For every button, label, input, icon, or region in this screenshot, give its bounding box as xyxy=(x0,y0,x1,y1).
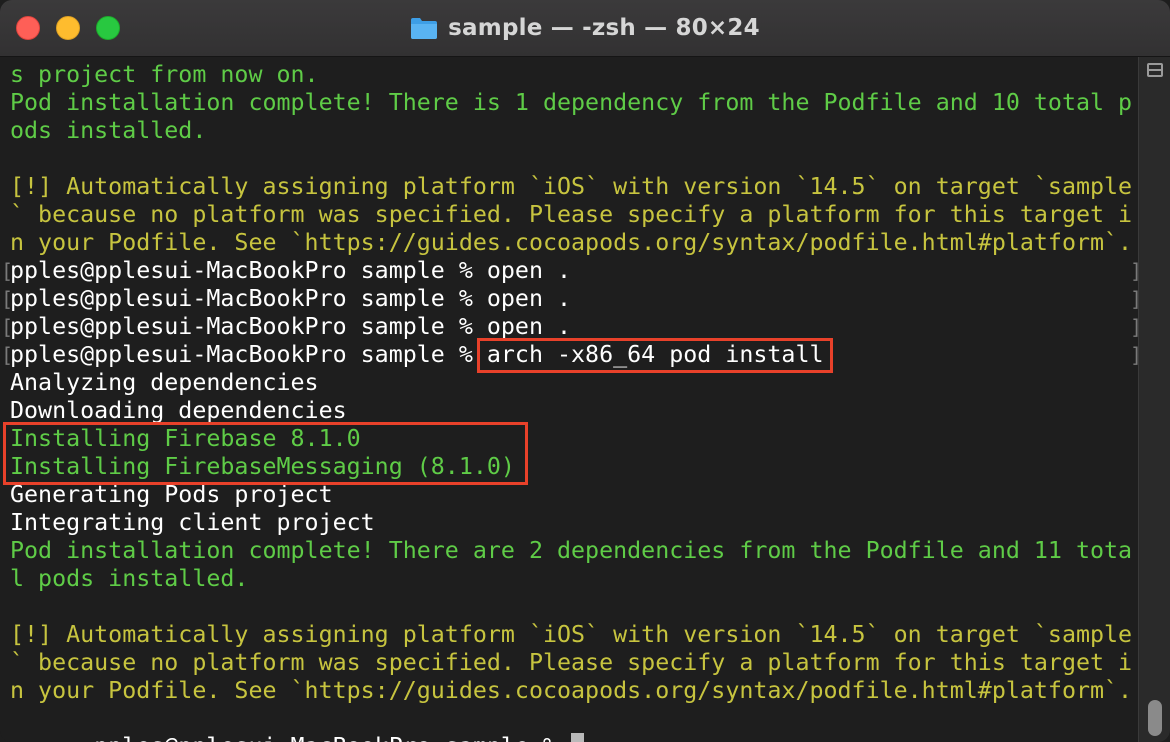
terminal-line: l pods installed. xyxy=(10,565,249,592)
terminal-line: Analyzing dependencies xyxy=(10,369,319,396)
window-title: sample — -zsh — 80×24 xyxy=(0,0,1170,56)
install-highlight-box xyxy=(3,422,528,485)
terminal-line: ` because no platform was specified. Ple… xyxy=(10,649,1133,676)
terminal-line: ` because no platform was specified. Ple… xyxy=(10,201,1133,228)
terminal-output[interactable]: n your Podfile. See `https://guides.coco… xyxy=(0,57,1138,742)
terminal-window: sample — -zsh — 80×24 n your Podfile. Se… xyxy=(0,0,1170,742)
title-bar[interactable]: sample — -zsh — 80×24 xyxy=(0,0,1170,57)
line-mark-right: ] xyxy=(1130,257,1138,285)
folder-icon xyxy=(410,16,438,40)
split-pane-icon[interactable] xyxy=(1147,63,1163,77)
prompt-text: pples@pplesui-MacBookPro sample % xyxy=(94,733,571,742)
terminal-line: Pod installation complete! There is 1 de… xyxy=(10,89,1133,116)
terminal-line: pples@pplesui-MacBookPro sample % open . xyxy=(10,257,572,284)
line-mark-right: ] xyxy=(1130,285,1138,313)
terminal-line: [!] Automatically assigning platform `iO… xyxy=(10,621,1133,648)
scrollbar[interactable] xyxy=(1138,57,1170,742)
terminal-line: [!] Automatically assigning platform `iO… xyxy=(10,173,1133,200)
terminal-line: pples@pplesui-MacBookPro sample % open . xyxy=(10,313,572,340)
command-highlight-box xyxy=(477,338,833,373)
terminal-line: ods installed. xyxy=(10,117,207,144)
window-title-text: sample — -zsh — 80×24 xyxy=(448,15,760,41)
terminal-line: Integrating client project xyxy=(10,509,375,536)
terminal-line: Downloading dependencies xyxy=(10,397,347,424)
current-prompt-line[interactable]: pples@pplesui-MacBookPro sample % xyxy=(10,705,585,742)
terminal-line: n your Podfile. See `https://guides.coco… xyxy=(10,677,1133,704)
terminal-line: s project from now on. xyxy=(10,61,319,88)
terminal-line: Pod installation complete! There are 2 d… xyxy=(10,537,1133,564)
terminal-line: pples@pplesui-MacBookPro sample % open . xyxy=(10,285,572,312)
line-mark-left: [ xyxy=(1,315,14,339)
text-cursor xyxy=(571,733,585,742)
line-mark-left: [ xyxy=(1,287,14,311)
scrollbar-thumb[interactable] xyxy=(1148,700,1162,736)
terminal-line: n your Podfile. See `https://guides.coco… xyxy=(10,229,1133,256)
line-mark-right: ] xyxy=(1130,313,1138,341)
line-mark-left: [ xyxy=(1,259,14,283)
line-mark-left: [ xyxy=(1,343,14,367)
terminal-line: Generating Pods project xyxy=(10,481,333,508)
line-mark-right: ] xyxy=(1130,341,1138,369)
